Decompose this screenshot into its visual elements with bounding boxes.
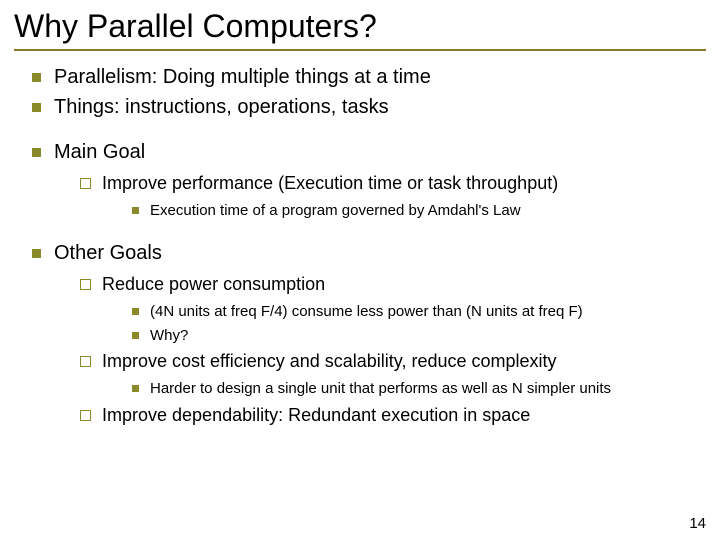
- bullet-list-level1: Other Goals Reduce power consumption (4N…: [14, 241, 706, 427]
- bullet-main-goal: Main Goal Improve performance (Execution…: [32, 140, 706, 221]
- bullet-reduce-power: Reduce power consumption (4N units at fr…: [80, 273, 706, 346]
- bullet-text: Things: instructions, operations, tasks: [54, 96, 389, 118]
- bullet-text: Reduce power consumption: [102, 274, 325, 294]
- bullet-other-goals: Other Goals Reduce power consumption (4N…: [32, 241, 706, 427]
- bullet-text: Improve performance (Execution time or t…: [102, 173, 558, 193]
- bullet-text: Harder to design a single unit that perf…: [150, 380, 611, 397]
- bullet-harder-design: Harder to design a single unit that perf…: [132, 379, 706, 399]
- bullet-list-level1: Parallelism: Doing multiple things at a …: [14, 65, 706, 120]
- bullet-text: (4N units at freq F/4) consume less powe…: [150, 303, 583, 320]
- slide: Why Parallel Computers? Parallelism: Doi…: [0, 0, 720, 540]
- bullet-list-level3: Harder to design a single unit that perf…: [102, 379, 706, 399]
- bullet-list-level2: Reduce power consumption (4N units at fr…: [54, 273, 706, 427]
- bullet-things: Things: instructions, operations, tasks: [32, 95, 706, 121]
- bullet-text: Why?: [150, 327, 188, 344]
- slide-title: Why Parallel Computers?: [14, 8, 706, 45]
- bullet-text: Parallelism: Doing multiple things at a …: [54, 66, 431, 88]
- bullet-list-level1: Main Goal Improve performance (Execution…: [14, 140, 706, 221]
- bullet-improve-dependability: Improve dependability: Redundant executi…: [80, 404, 706, 427]
- bullet-text: Improve cost efficiency and scalability,…: [102, 351, 557, 371]
- spacer: [14, 225, 706, 241]
- bullet-text: Other Goals: [54, 242, 162, 264]
- bullet-parallelism: Parallelism: Doing multiple things at a …: [32, 65, 706, 91]
- bullet-list-level3: Execution time of a program governed by …: [102, 201, 706, 221]
- bullet-amdahl: Execution time of a program governed by …: [132, 201, 706, 221]
- bullet-text: Main Goal: [54, 141, 145, 163]
- bullet-why: Why?: [132, 326, 706, 346]
- bullet-improve-performance: Improve performance (Execution time or t…: [80, 172, 706, 222]
- bullet-4n-units: (4N units at freq F/4) consume less powe…: [132, 302, 706, 322]
- bullet-list-level3: (4N units at freq F/4) consume less powe…: [102, 302, 706, 346]
- title-underline: [14, 49, 706, 51]
- spacer: [14, 124, 706, 140]
- bullet-list-level2: Improve performance (Execution time or t…: [54, 172, 706, 222]
- page-number: 14: [689, 515, 706, 532]
- bullet-text: Execution time of a program governed by …: [150, 202, 521, 219]
- bullet-improve-cost: Improve cost efficiency and scalability,…: [80, 350, 706, 400]
- bullet-text: Improve dependability: Redundant executi…: [102, 405, 530, 425]
